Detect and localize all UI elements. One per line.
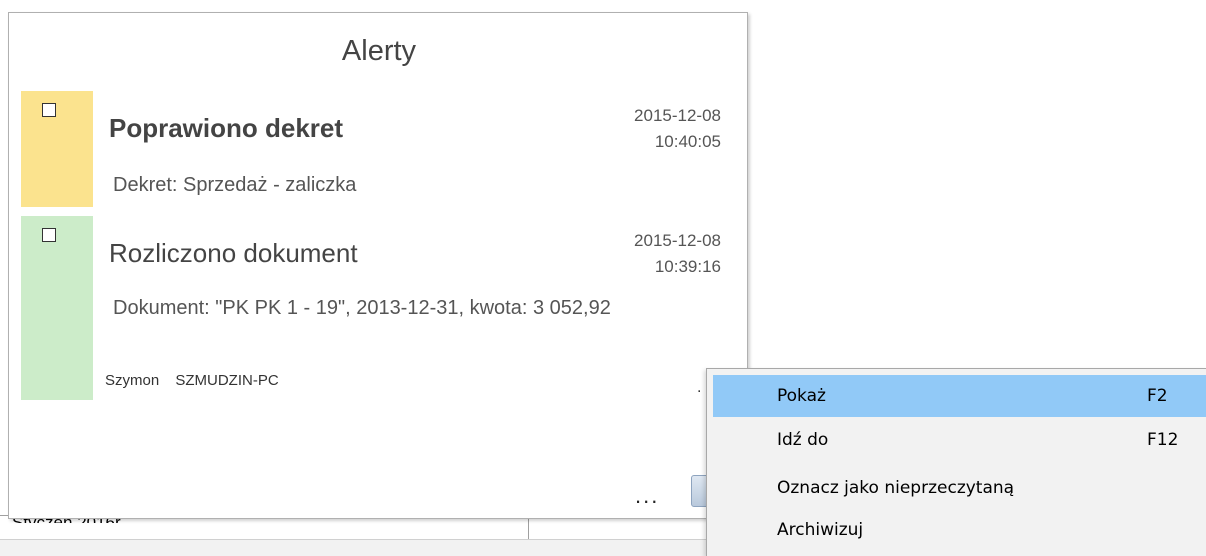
alert-date: 2015-12-08 bbox=[634, 231, 721, 250]
alert-checkbox[interactable] bbox=[42, 103, 56, 117]
alert-meta: Szymon SZMUDZIN-PC bbox=[105, 372, 279, 389]
menu-item-label: Idź do bbox=[777, 430, 829, 450]
alerts-panel: Alerty Poprawiono dekret 2015-12-08 10:4… bbox=[8, 12, 748, 519]
alert-checkbox[interactable] bbox=[42, 228, 56, 242]
alert-item[interactable]: Poprawiono dekret 2015-12-08 10:40:05 De… bbox=[21, 91, 721, 207]
background-bottom-bar bbox=[0, 539, 780, 556]
menu-item-oznacz-jako-nieprzeczytana[interactable]: Oznacz jako nieprzeczytaną bbox=[713, 467, 1206, 509]
alert-title: Rozliczono dokument bbox=[109, 238, 358, 268]
alert-title: Poprawiono dekret bbox=[109, 113, 344, 143]
menu-item-label: Archiwizuj bbox=[777, 520, 864, 540]
alert-timestamp: 2015-12-08 10:39:16 bbox=[591, 228, 721, 280]
alert-date: 2015-12-08 bbox=[634, 106, 721, 125]
menu-item-shortcut: F12 bbox=[1147, 430, 1179, 450]
menu-item-idz-do[interactable]: Idź do F12 bbox=[713, 419, 1206, 461]
menu-item-label: Pokaż bbox=[777, 386, 826, 406]
menu-item-label: Oznacz jako nieprzeczytaną bbox=[777, 478, 1015, 498]
menu-item-pokaz[interactable]: Pokaż F2 bbox=[713, 375, 1206, 417]
more-options-button[interactable]: ... bbox=[635, 483, 659, 509]
alert-priority-stripe bbox=[21, 216, 93, 400]
alert-priority-stripe bbox=[21, 91, 93, 207]
menu-item-shortcut: F2 bbox=[1147, 386, 1168, 406]
menu-item-archiwizuj[interactable]: Archiwizuj bbox=[713, 509, 1206, 551]
alert-user: Szymon bbox=[105, 372, 160, 389]
more-indicator: . bbox=[697, 379, 702, 396]
alert-description: Dekret: Sprzedaż - zaliczka bbox=[113, 174, 357, 196]
alert-time: 10:39:16 bbox=[654, 257, 721, 276]
alert-time: 10:40:05 bbox=[654, 132, 721, 151]
alert-description: Dokument: "PK PK 1 - 19", 2013-12-31, kw… bbox=[113, 297, 611, 319]
alert-computer: SZMUDZIN-PC bbox=[175, 372, 279, 389]
alert-timestamp: 2015-12-08 10:40:05 bbox=[591, 103, 721, 155]
panel-title: Alerty bbox=[341, 35, 417, 67]
alert-item[interactable]: Rozliczono dokument 2015-12-08 10:39:16 … bbox=[21, 216, 721, 400]
context-menu: Pokaż F2 Idź do F12 Oznacz jako nieprzec… bbox=[706, 368, 1206, 556]
